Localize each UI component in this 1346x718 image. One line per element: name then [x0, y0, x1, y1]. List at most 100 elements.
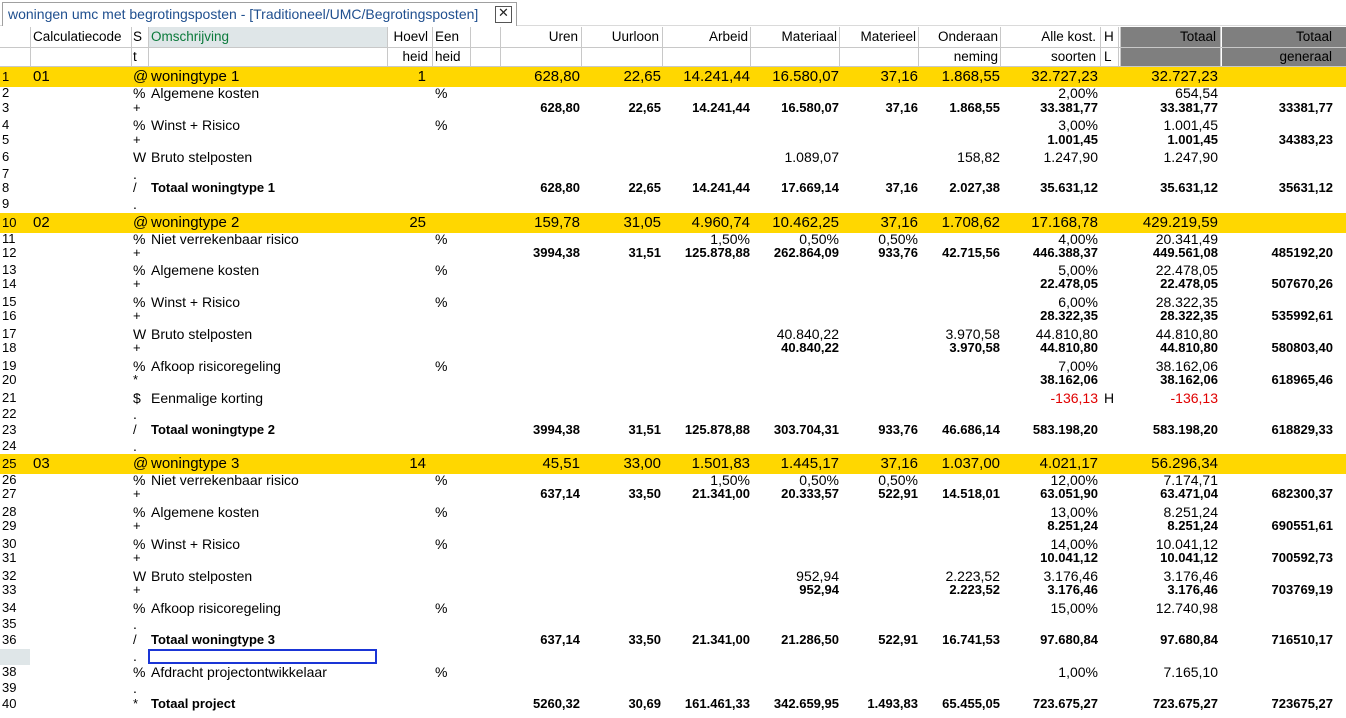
cell-s[interactable]: . [133, 438, 147, 454]
table-row[interactable]: 40 * Totaal project 5260,32 30,69 161.461,33 3… [0, 696, 1346, 712]
cell-calc[interactable]: 02 [33, 213, 128, 233]
cell-onderaan[interactable]: 16.741,53 [920, 632, 1000, 648]
cell-materiaal[interactable]: 1.445,17 [752, 454, 839, 474]
cell-totaal2[interactable]: 618965,46 [1222, 372, 1333, 388]
cell-materiaal[interactable]: 1.089,07 [752, 149, 840, 165]
cell-omsch[interactable]: Eenmalige korting [151, 390, 386, 406]
cell-materieel[interactable]: 37,16 [841, 67, 918, 87]
cell-s[interactable]: . [133, 616, 147, 632]
cell-arbeid[interactable]: 14.241,44 [664, 67, 750, 87]
cell-s[interactable]: + [133, 582, 147, 598]
cell-onderaan[interactable]: 1.868,55 [920, 100, 1000, 116]
cell-uren[interactable]: 3994,38 [502, 422, 580, 438]
cell-s[interactable]: + [133, 308, 147, 324]
cell-totaal[interactable]: 7.165,10 [1120, 664, 1219, 680]
cell-uurloon[interactable]: 33,50 [583, 486, 661, 502]
cell-uurloon[interactable]: 33,50 [583, 632, 661, 648]
cell-onderaan[interactable]: 1.708,62 [920, 213, 1000, 233]
table-row[interactable]: 20 * 38.162,06 38.162,06 618965,46 [0, 372, 1346, 388]
cell-totaal2[interactable]: 485192,20 [1222, 245, 1333, 261]
cell-een[interactable]: % [435, 85, 469, 101]
cell-arbeid[interactable]: 4.960,74 [664, 213, 750, 233]
cell-omsch[interactable]: woningtype 2 [151, 213, 386, 233]
header-onderaan-row1[interactable]: Onderaan [920, 29, 998, 44]
cell-materieel[interactable]: 37,16 [841, 180, 918, 196]
cell-allekost[interactable]: 17.168,78 [1002, 213, 1098, 233]
header-s-row1[interactable]: S [133, 29, 147, 44]
cell-materiaal[interactable]: 16.580,07 [752, 100, 839, 116]
cell-hoevl[interactable]: 14 [388, 454, 426, 474]
cell-materiaal[interactable]: 342.659,95 [752, 696, 839, 712]
cell-materiaal[interactable]: 21.286,50 [752, 632, 839, 648]
cell-s[interactable]: . [133, 680, 147, 696]
cell-totaal[interactable]: 8.251,24 [1120, 518, 1218, 534]
table-row[interactable]: 16 +28.322,35 28.322,35 535992,61 [0, 308, 1346, 324]
cell-totaal[interactable]: 63.471,04 [1120, 486, 1218, 502]
cell-s[interactable]: / [133, 632, 147, 648]
header-totaal-row1[interactable]: Totaal [1120, 29, 1216, 44]
cell-een[interactable]: % [435, 600, 469, 616]
cell-uurloon[interactable]: 31,05 [583, 213, 661, 233]
cell-totaal[interactable]: 10.041,12 [1120, 550, 1218, 566]
table-row[interactable]: 27 +637,14 33,50 21.341,00 20.333,57 522,91 14… [0, 486, 1346, 502]
cell-arbeid[interactable]: 21.341,00 [664, 632, 750, 648]
cell-omsch[interactable]: Afkoop risicoregeling [151, 600, 386, 616]
cell-allekost[interactable]: 3,00% [1002, 117, 1098, 133]
cell-totaal[interactable]: 28.322,35 [1120, 308, 1218, 324]
cell-arbeid[interactable]: 125.878,88 [664, 245, 750, 261]
cell-s[interactable]: % [133, 85, 147, 101]
cell-onderaan[interactable]: 42.715,56 [920, 245, 1000, 261]
table-row[interactable]: 23 /Totaal woningtype 2 3994,38 31,51 125.87… [0, 422, 1346, 438]
table-row[interactable]: 9. [0, 196, 1346, 212]
cell-omsch[interactable]: Algemene kosten [151, 85, 386, 101]
table-row[interactable]: 4% Winst + Risico% 3,00% 1.001,45 [0, 117, 1346, 133]
cell-allekost[interactable]: 1,00% [1002, 664, 1098, 680]
cell-totaal[interactable]: 12.740,98 [1120, 600, 1218, 616]
cell-allekost[interactable]: 10.041,12 [1002, 550, 1098, 566]
cell-een[interactable]: % [435, 117, 469, 133]
cell-s[interactable]: / [133, 180, 147, 196]
cell-s[interactable]: . [133, 406, 147, 422]
cell-s[interactable]: * [133, 372, 147, 388]
table-row[interactable]: 33 +952,94 2.223,52 3.176,46 3.176,46 703769,… [0, 582, 1346, 598]
cell-s[interactable]: W [133, 149, 147, 165]
header-hoevl-row1[interactable]: Hoevl [388, 29, 428, 44]
cell-s[interactable]: + [133, 550, 147, 566]
cell-s[interactable]: / [133, 422, 147, 438]
cell-uren[interactable]: 637,14 [502, 486, 580, 502]
cell-onderaan[interactable]: 2.223,52 [920, 582, 1000, 598]
cell-uren[interactable]: 628,80 [502, 67, 580, 87]
cell-uurloon[interactable]: 31,51 [583, 245, 661, 261]
cell-calc[interactable]: 03 [33, 454, 128, 474]
header-omsch-row1[interactable]: Omschrijving [151, 29, 386, 44]
cell-allekost[interactable]: 446.388,37 [1002, 245, 1098, 261]
cell-uurloon[interactable]: 22,65 [583, 180, 661, 196]
cell-totaal[interactable]: 449.561,08 [1120, 245, 1218, 261]
cell-uren[interactable]: 628,80 [502, 180, 580, 196]
cell-onderaan[interactable]: 46.686,14 [920, 422, 1000, 438]
table-row[interactable]: 1 01 @ woningtype 1 1 628,80 22,65 14.241,44 16.… [0, 67, 1346, 87]
cell-materieel[interactable]: 1.493,83 [841, 696, 918, 712]
cell-totaal2[interactable]: 33381,77 [1222, 100, 1333, 116]
table-row[interactable]: 35. [0, 616, 1346, 632]
cell-totaal[interactable]: 654,54 [1120, 85, 1218, 101]
cell-uren[interactable]: 628,80 [502, 100, 580, 116]
cell-totaal2[interactable]: 723675,27 [1222, 696, 1333, 712]
cell-allekost[interactable]: 1.247,90 [1002, 149, 1099, 165]
cell-s[interactable]: + [133, 340, 147, 356]
cell-totaal[interactable]: 1.001,45 [1120, 117, 1219, 133]
cell-totaal2[interactable]: 535992,61 [1222, 308, 1333, 324]
cell-totaal2[interactable]: 618829,33 [1222, 422, 1333, 438]
cell-arbeid[interactable]: 125.878,88 [664, 422, 750, 438]
cell-h[interactable]: H [1104, 390, 1118, 406]
cell-s[interactable]: $ [133, 390, 147, 406]
table-row[interactable]: 25 03 @ woningtype 3 14 45,51 33,00 1.501,83 1.4… [0, 454, 1346, 474]
cell-onderaan[interactable]: 2.027,38 [920, 180, 1000, 196]
cell-allekost[interactable]: 32.727,23 [1002, 67, 1098, 87]
cell-allekost[interactable]: 44.810,80 [1002, 340, 1098, 356]
cell-allekost[interactable]: 35.631,12 [1002, 180, 1098, 196]
cell-uren[interactable]: 45,51 [502, 454, 580, 474]
cell-totaal2[interactable]: 700592,73 [1222, 550, 1333, 566]
cell-s[interactable]: + [133, 245, 147, 261]
cell-s[interactable]: . [133, 648, 147, 664]
